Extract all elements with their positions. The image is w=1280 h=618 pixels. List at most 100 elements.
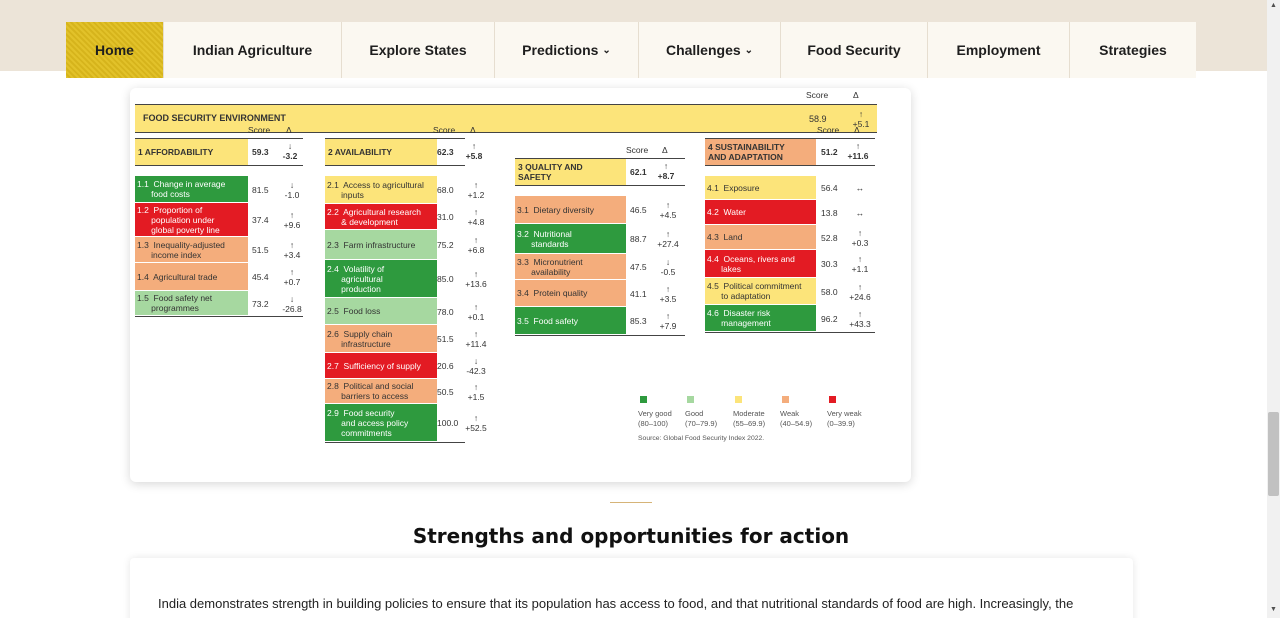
nav-home[interactable]: Home (66, 22, 164, 78)
overall-delta: ↑ +5.1 (849, 109, 873, 129)
arrow-icon: ↑ (473, 180, 479, 190)
arrow-icon: ↔ (855, 207, 865, 218)
indicator-score: 68.0 (437, 185, 454, 195)
nav-indian-agriculture[interactable]: Indian Agriculture (164, 22, 342, 78)
indicator-delta-value: +4.8 (467, 217, 485, 227)
indicator-row: 1.3 Inequality-adjusted income index 51.5… (135, 237, 303, 263)
pillar-bottom-rule (325, 442, 465, 443)
nav-predictions[interactable]: Predictions ⌄ (495, 22, 639, 78)
indicator-score: 51.5 (252, 245, 269, 255)
indicator-delta: ↓ -42.3 (462, 353, 490, 379)
pillar-bottom-rule (705, 332, 875, 333)
indicator-score: 96.2 (821, 313, 838, 324)
indicator-delta: ↑ +4.8 (462, 204, 490, 230)
indicator-row: 1.1 Change in average food costs 81.5 ↓ -1.… (135, 176, 303, 203)
scroll-up-icon[interactable]: ▲ (1267, 0, 1280, 12)
indicator-delta: ↔ (846, 200, 874, 225)
indicator-row: 1.4 Agricultural trade 45.4 ↑ +0.7 (135, 263, 303, 291)
indicator-row: 4.2 Water 13.8 ↔ (705, 200, 875, 225)
indicator-row: 2.7 Sufficiency of supply 20.6 ↓ -42.3 (325, 353, 486, 379)
indicator-delta: ↓ -1.0 (278, 176, 306, 203)
score-col-label: Score (248, 125, 271, 135)
indicator-delta: ↑ +3.4 (278, 237, 306, 263)
section-paragraph: India demonstrates strength in building … (158, 596, 1074, 611)
indicator-score: 41.1 (630, 288, 647, 299)
section-title: Strengths and opportunities for action (412, 524, 850, 548)
pillar-delta: ↑ +8.7 (654, 161, 678, 181)
indicator-score: 81.5 (252, 184, 269, 195)
scroll-down-icon[interactable]: ▼ (1267, 604, 1280, 616)
arrow-icon: ↑ (473, 413, 479, 423)
indicator-delta: ↑ +11.4 (462, 325, 490, 353)
legend-label: Very good (80–100) (638, 409, 672, 428)
nav-explore-states[interactable]: Explore States (342, 22, 495, 78)
indicator-name: 2.1 Access to agricultural inputs (325, 176, 437, 204)
indicator-delta: ↑ +0.1 (462, 298, 490, 325)
pillar-name: 4 SUSTAINABILITY AND ADAPTATION (705, 139, 816, 165)
arrow-icon: ↓ (473, 356, 479, 366)
indicator-delta: ↑ +13.6 (462, 260, 490, 298)
arrow-icon: ↑ (858, 109, 864, 119)
indicator-delta-value: +0.1 (467, 311, 485, 322)
pillar-name: 2 AVAILABILITY (325, 139, 437, 165)
pillar-delta-value: +5.8 (465, 151, 483, 161)
indicator-name: 2.4 Volatility of agricultural productio… (325, 260, 437, 298)
pillar-score: 62.3 (437, 147, 454, 157)
indicator-delta-value: +1.1 (851, 264, 869, 274)
legend-swatch (782, 396, 789, 403)
nav-challenges[interactable]: Challenges ⌄ (639, 22, 781, 78)
indicator-delta-value: +13.6 (465, 279, 487, 289)
indicator-score: 51.5 (437, 334, 454, 344)
indicator-delta: ↑ +3.5 (654, 280, 682, 307)
indicator-name: 1.2 Proportion of population under globa… (135, 203, 248, 237)
figure-card: Score Δ FOOD SECURITY ENVIRONMENT 58.9 ↑… (130, 88, 911, 482)
arrow-icon: ↑ (289, 267, 295, 277)
indicator-name: 4.1 Exposure (705, 176, 816, 200)
header-delta-col-label: Δ (853, 90, 859, 100)
pillar-header: 2 AVAILABILITY 62.3 ↑ +5.8 (325, 138, 482, 166)
indicator-delta-value: +11.4 (465, 339, 487, 349)
indicator-delta-value: -26.8 (282, 303, 302, 314)
delta-col-label: Δ (854, 125, 860, 135)
nav-employment[interactable]: Employment (928, 22, 1070, 78)
arrow-icon: ↑ (471, 141, 477, 151)
indicator-delta-value: +0.7 (283, 277, 301, 287)
scrollbar-track[interactable] (1267, 0, 1280, 618)
indicator-name: 1.3 Inequality-adjusted income index (135, 237, 248, 263)
legend-label: Weak (40–54.9) (780, 409, 813, 428)
indicator-delta: ↑ +1.1 (846, 250, 874, 278)
score-col-label: Score (433, 125, 456, 135)
indicator-delta-value: +9.6 (283, 220, 301, 230)
indicator-delta-value: +7.9 (659, 321, 677, 331)
indicator-score: 31.0 (437, 212, 454, 222)
indicator-delta-value: -42.3 (466, 366, 486, 376)
nav-strategies[interactable]: Strategies (1070, 22, 1196, 78)
nav-food-security[interactable]: Food Security (781, 22, 928, 78)
indicator-score: 13.8 (821, 207, 838, 218)
indicator-score: 45.4 (252, 272, 269, 282)
indicator-row: 2.9 Food security and access policy comm… (325, 404, 487, 442)
arrow-icon: ↑ (857, 227, 863, 238)
indicator-name: 1.4 Agricultural trade (135, 263, 248, 291)
indicator-name: 4.6 Disaster risk management (705, 305, 816, 332)
indicator-row: 2.4 Volatility of agricultural productio… (325, 260, 487, 298)
legend-swatch (829, 396, 836, 403)
indicator-name: 3.5 Food safety (515, 307, 626, 335)
score-col-label: Score (626, 145, 649, 155)
indicator-score: 58.0 (821, 286, 838, 297)
indicator-delta: ↑ +7.9 (654, 307, 682, 335)
arrow-icon: ↑ (665, 229, 671, 239)
indicator-delta-value: +0.3 (851, 237, 869, 248)
scrollbar-thumb[interactable] (1268, 412, 1279, 496)
arrow-icon: ↑ (473, 329, 479, 339)
arrow-icon: ↑ (473, 235, 479, 245)
arrow-icon: ↓ (289, 179, 295, 190)
indicator-delta: ↓ -0.5 (654, 254, 682, 280)
indicator-delta: ↑ +1.5 (462, 379, 490, 404)
pillar-name: 3 QUALITY AND SAFETY (515, 159, 626, 185)
indicator-delta-value: +3.4 (283, 250, 301, 260)
arrow-icon: ↑ (473, 207, 479, 217)
arrow-icon: ↑ (857, 254, 863, 264)
figure-title: FOOD SECURITY ENVIRONMENT (143, 113, 286, 123)
score-col-label: Score (817, 125, 840, 135)
